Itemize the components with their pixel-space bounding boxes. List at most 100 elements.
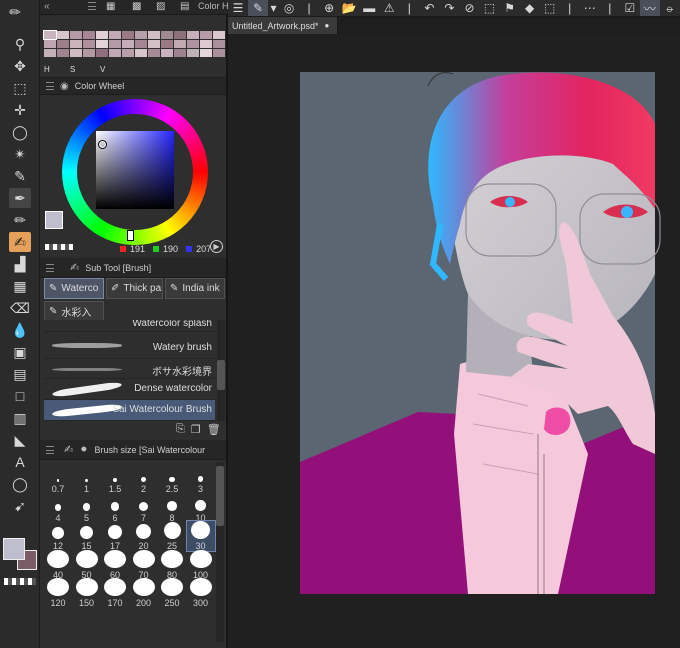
brush-size-option[interactable]: 10 — [187, 493, 215, 523]
brush-size-option[interactable]: 300 — [187, 578, 215, 608]
color-swatch[interactable] — [200, 31, 212, 39]
panel-menu-icon[interactable] — [46, 82, 54, 90]
color-swatch[interactable] — [57, 49, 69, 57]
brush-size-option[interactable]: 150 — [73, 578, 101, 608]
scrollbar-thumb[interactable] — [216, 466, 224, 526]
color-swatch[interactable] — [44, 40, 56, 48]
color-swatch[interactable] — [135, 40, 147, 48]
transparent-color-swatch[interactable] — [45, 244, 73, 250]
color-swatch[interactable] — [96, 49, 108, 57]
brush-size-option[interactable]: 60 — [101, 549, 129, 580]
figure-tool[interactable]: □ — [9, 386, 31, 406]
color-swatch[interactable] — [44, 49, 56, 57]
brush-list-item[interactable]: Watercolor splash — [44, 320, 215, 332]
color-swatch[interactable] — [57, 40, 69, 48]
brush-size-option[interactable]: 120 — [44, 578, 72, 608]
color-swatch[interactable] — [148, 31, 160, 39]
color-swatch[interactable] — [161, 40, 173, 48]
color-swatch[interactable] — [43, 30, 57, 40]
color-swatch[interactable] — [161, 31, 173, 39]
delete-sub-tool-icon[interactable]: 🗑 — [207, 423, 221, 436]
brush-size-option[interactable]: 50 — [73, 549, 101, 580]
sub-tool-group-thick-paint[interactable]: ✐ Thick pa — [106, 278, 163, 299]
color-swatch[interactable] — [174, 40, 186, 48]
brush-tool[interactable]: ✍ — [9, 232, 31, 252]
color-swatch[interactable] — [70, 31, 82, 39]
brush-size-option[interactable]: 25 — [158, 521, 186, 551]
brush-list-item[interactable]: ボサ水彩境界 — [44, 359, 215, 379]
correct-line-tool[interactable]: ➹ — [9, 496, 31, 516]
color-swatch[interactable] — [122, 49, 134, 57]
color-swatch[interactable] — [83, 31, 95, 39]
ruler-tool[interactable]: ◣ — [9, 430, 31, 450]
brush-size-option[interactable]: 6 — [101, 493, 129, 523]
eraser-tool[interactable]: ⌫ — [9, 298, 31, 318]
color-swatch[interactable] — [83, 49, 95, 57]
brush-list-item[interactable]: Dense watercolor — [44, 379, 215, 400]
panel-menu-icon[interactable] — [46, 445, 54, 454]
tool-property-tab-icon[interactable]: ✍ — [64, 443, 73, 456]
new-layer-icon[interactable]: ⊕ — [319, 0, 339, 16]
operation-tool[interactable]: ⬚ — [9, 78, 31, 98]
brush-size-scrollbar[interactable] — [216, 462, 224, 642]
save-icon[interactable]: ▬ — [359, 0, 379, 16]
color-history-tab-label[interactable]: Color Hi — [198, 1, 231, 11]
artwork[interactable] — [228, 34, 680, 648]
brush-size-option[interactable]: 170 — [101, 578, 129, 608]
color-swatch[interactable] — [109, 49, 121, 57]
move-layer-tool[interactable]: ✛ — [9, 100, 31, 120]
color-mode-toggle-icon[interactable]: ▶ — [210, 240, 223, 253]
lasso-tool[interactable]: ◯ — [9, 122, 31, 142]
brush-size-option[interactable]: 7 — [130, 493, 158, 523]
dropdown-icon[interactable]: ▾ — [268, 0, 279, 16]
new-canvas-icon[interactable]: ◎ — [279, 0, 299, 16]
transparent-color[interactable] — [4, 578, 36, 585]
scrollbar-thumb[interactable] — [217, 360, 225, 390]
eyedropper-tool[interactable]: ✎ — [9, 166, 31, 186]
frame-tool[interactable]: ▥ — [9, 408, 31, 428]
color-history-tab-icon[interactable]: ▤ — [180, 1, 189, 12]
brush-size-option[interactable]: 15 — [73, 521, 101, 551]
color-swatch[interactable] — [122, 31, 134, 39]
color-swatch[interactable] — [83, 40, 95, 48]
brush-size-option[interactable]: 5 — [73, 493, 101, 523]
color-swatch[interactable] — [96, 40, 108, 48]
brush-size-option[interactable]: 17 — [101, 521, 129, 551]
brush-size-option[interactable]: 2.5 — [158, 464, 186, 494]
snap-icon[interactable]: ⦵ — [660, 0, 680, 16]
clear-icon[interactable]: ⊘ — [459, 0, 479, 16]
export-icon[interactable]: ⚠ — [379, 0, 399, 16]
document-tab[interactable]: Untitled_Artwork.psd* ● — [228, 17, 338, 34]
brush-size-option[interactable]: 250 — [158, 578, 186, 608]
color-swatch[interactable] — [174, 49, 186, 57]
tool-menu-icon[interactable]: ✏ — [4, 2, 26, 22]
panel-menu-icon[interactable] — [88, 2, 98, 12]
color-swatch[interactable] — [200, 40, 212, 48]
draw-mode-icon[interactable]: ✎ — [248, 0, 269, 16]
redo-icon[interactable]: ↷ — [439, 0, 459, 16]
color-swatch[interactable] — [109, 31, 121, 39]
color-swatch[interactable] — [135, 31, 147, 39]
balloon-tool[interactable]: ◯ — [9, 474, 31, 494]
brush-size-option[interactable]: 80 — [158, 549, 186, 580]
hue-cursor[interactable] — [127, 230, 134, 241]
brush-size-option[interactable]: 2 — [130, 464, 158, 494]
color-swatch[interactable] — [148, 49, 160, 57]
approximate-color-tab-icon[interactable]: ▨ — [156, 1, 165, 12]
brush-size-option[interactable]: 12 — [44, 521, 72, 551]
color-swatch[interactable] — [187, 49, 199, 57]
decoration-tool[interactable]: ▦ — [9, 276, 31, 296]
pencil-tool[interactable]: ✏ — [9, 210, 31, 230]
color-swatch[interactable] — [70, 40, 82, 48]
sub-tool-group-india-ink[interactable]: ✎ India ink — [165, 278, 225, 299]
selection-icon[interactable]: ⋯ — [580, 0, 600, 16]
blend-tool[interactable]: 💧 — [9, 320, 31, 340]
color-swatch[interactable] — [96, 31, 108, 39]
color-swatch[interactable] — [200, 49, 212, 57]
brush-size-tab-icon[interactable]: ⚫ — [79, 443, 88, 456]
main-drawing-color[interactable] — [3, 538, 25, 560]
color-swatch[interactable] — [109, 40, 121, 48]
sv-cursor[interactable] — [98, 140, 107, 149]
duplicate-sub-tool-icon[interactable]: ❐ — [191, 423, 201, 436]
brush-size-option[interactable]: 0.7 — [44, 464, 72, 494]
